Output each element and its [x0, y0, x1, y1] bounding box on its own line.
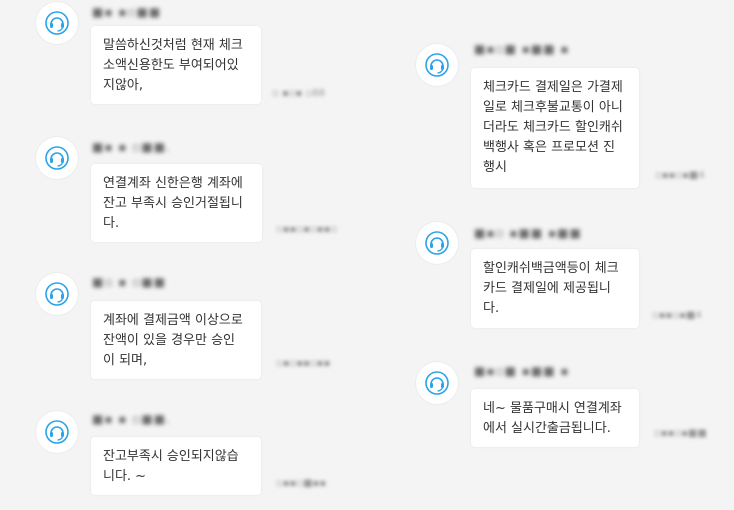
counselor-avatar [416, 222, 458, 264]
sender-name: ■▪▫■ ▪■■ ▪ [474, 42, 570, 56]
headset-icon [45, 420, 69, 444]
sender-name: ■▪▫ ▪■■ ▪■■ [474, 226, 582, 240]
headset-icon [425, 53, 449, 77]
counselor-avatar [36, 411, 78, 453]
message-timestamp: ▫ ▪▫▪ ▫88 [272, 88, 325, 99]
headset-icon [425, 371, 449, 395]
counselor-avatar [416, 44, 458, 86]
counselor-avatar [36, 2, 78, 44]
message-timestamp: ▫▪▪▫▪■4 [652, 310, 702, 321]
counselor-avatar [36, 137, 78, 179]
sender-name: ■▫ ▪ ▫■■ [92, 275, 167, 289]
message-timestamp: ▫▪▪▫■▪▪ [276, 478, 327, 489]
message-bubble: 계좌에 결제금액 이상으로 잔액이 있을 경우만 승인 이 되며, [91, 301, 261, 379]
headset-icon [425, 231, 449, 255]
sender-name: ■▪ ▪ ▫■■. [92, 140, 171, 154]
message-timestamp: ▫▪▪▫▪■4 [655, 170, 705, 181]
message-bubble: 잔고부족시 승인되지않습 니다. ~ [91, 437, 261, 495]
counselor-avatar [416, 362, 458, 404]
sender-name: ■▪ ▪▫■■ [92, 5, 162, 19]
sender-name: ■▪ ▪ ▫■■. [92, 412, 171, 426]
message-timestamp: ▫▪▫▪▪▫▪▪ [276, 358, 331, 369]
counselor-avatar [36, 273, 78, 315]
message-bubble: 체크카드 결제일은 가결제 일로 체크후불교통이 아니 더라도 체크카드 할인캐… [471, 68, 639, 188]
message-timestamp: ▫▪▪▫▪▫▪▪▫ [276, 224, 337, 235]
message-timestamp: ▫▪▪▫▪■■ [654, 428, 707, 439]
headset-icon [45, 11, 69, 35]
headset-icon [45, 146, 69, 170]
sender-name: ■▪▫■ ▪■■ ▪ [474, 364, 570, 378]
message-bubble: 말씀하신것처럼 현재 체크 소액신용한도 부여되어있 지않아, [91, 26, 261, 104]
headset-icon [45, 282, 69, 306]
message-bubble: 연결계좌 신한은행 계좌에 잔고 부족시 승인거절됩니 다. [91, 164, 262, 242]
message-bubble: 할인캐쉬백금액등이 체크 카드 결제일에 제공됩니 다. [471, 249, 639, 328]
message-bubble: 네~ 물품구매시 연결계좌 에서 실시간출금됩니다. [471, 389, 639, 447]
